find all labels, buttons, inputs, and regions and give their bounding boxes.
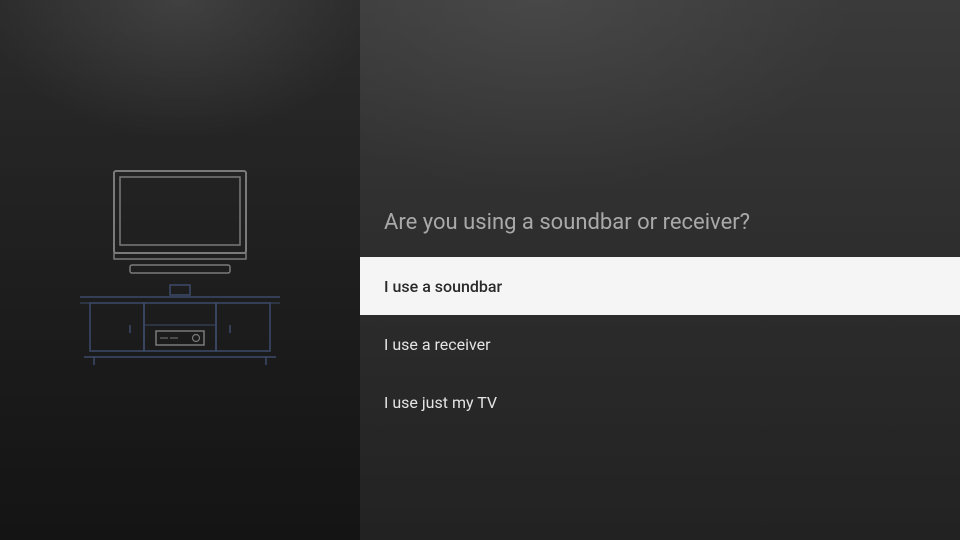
tv-soundbar-icon	[70, 165, 290, 375]
option-label: I use just my TV	[384, 393, 497, 412]
option-receiver[interactable]: I use a receiver	[360, 315, 960, 373]
content-panel: Are you using a soundbar or receiver? I …	[360, 0, 960, 540]
option-label: I use a soundbar	[384, 277, 502, 296]
option-tv-only[interactable]: I use just my TV	[360, 373, 960, 431]
option-label: I use a receiver	[384, 335, 491, 354]
prompt-question: Are you using a soundbar or receiver?	[360, 210, 960, 257]
option-soundbar[interactable]: I use a soundbar	[360, 257, 960, 315]
illustration-panel	[0, 0, 360, 540]
